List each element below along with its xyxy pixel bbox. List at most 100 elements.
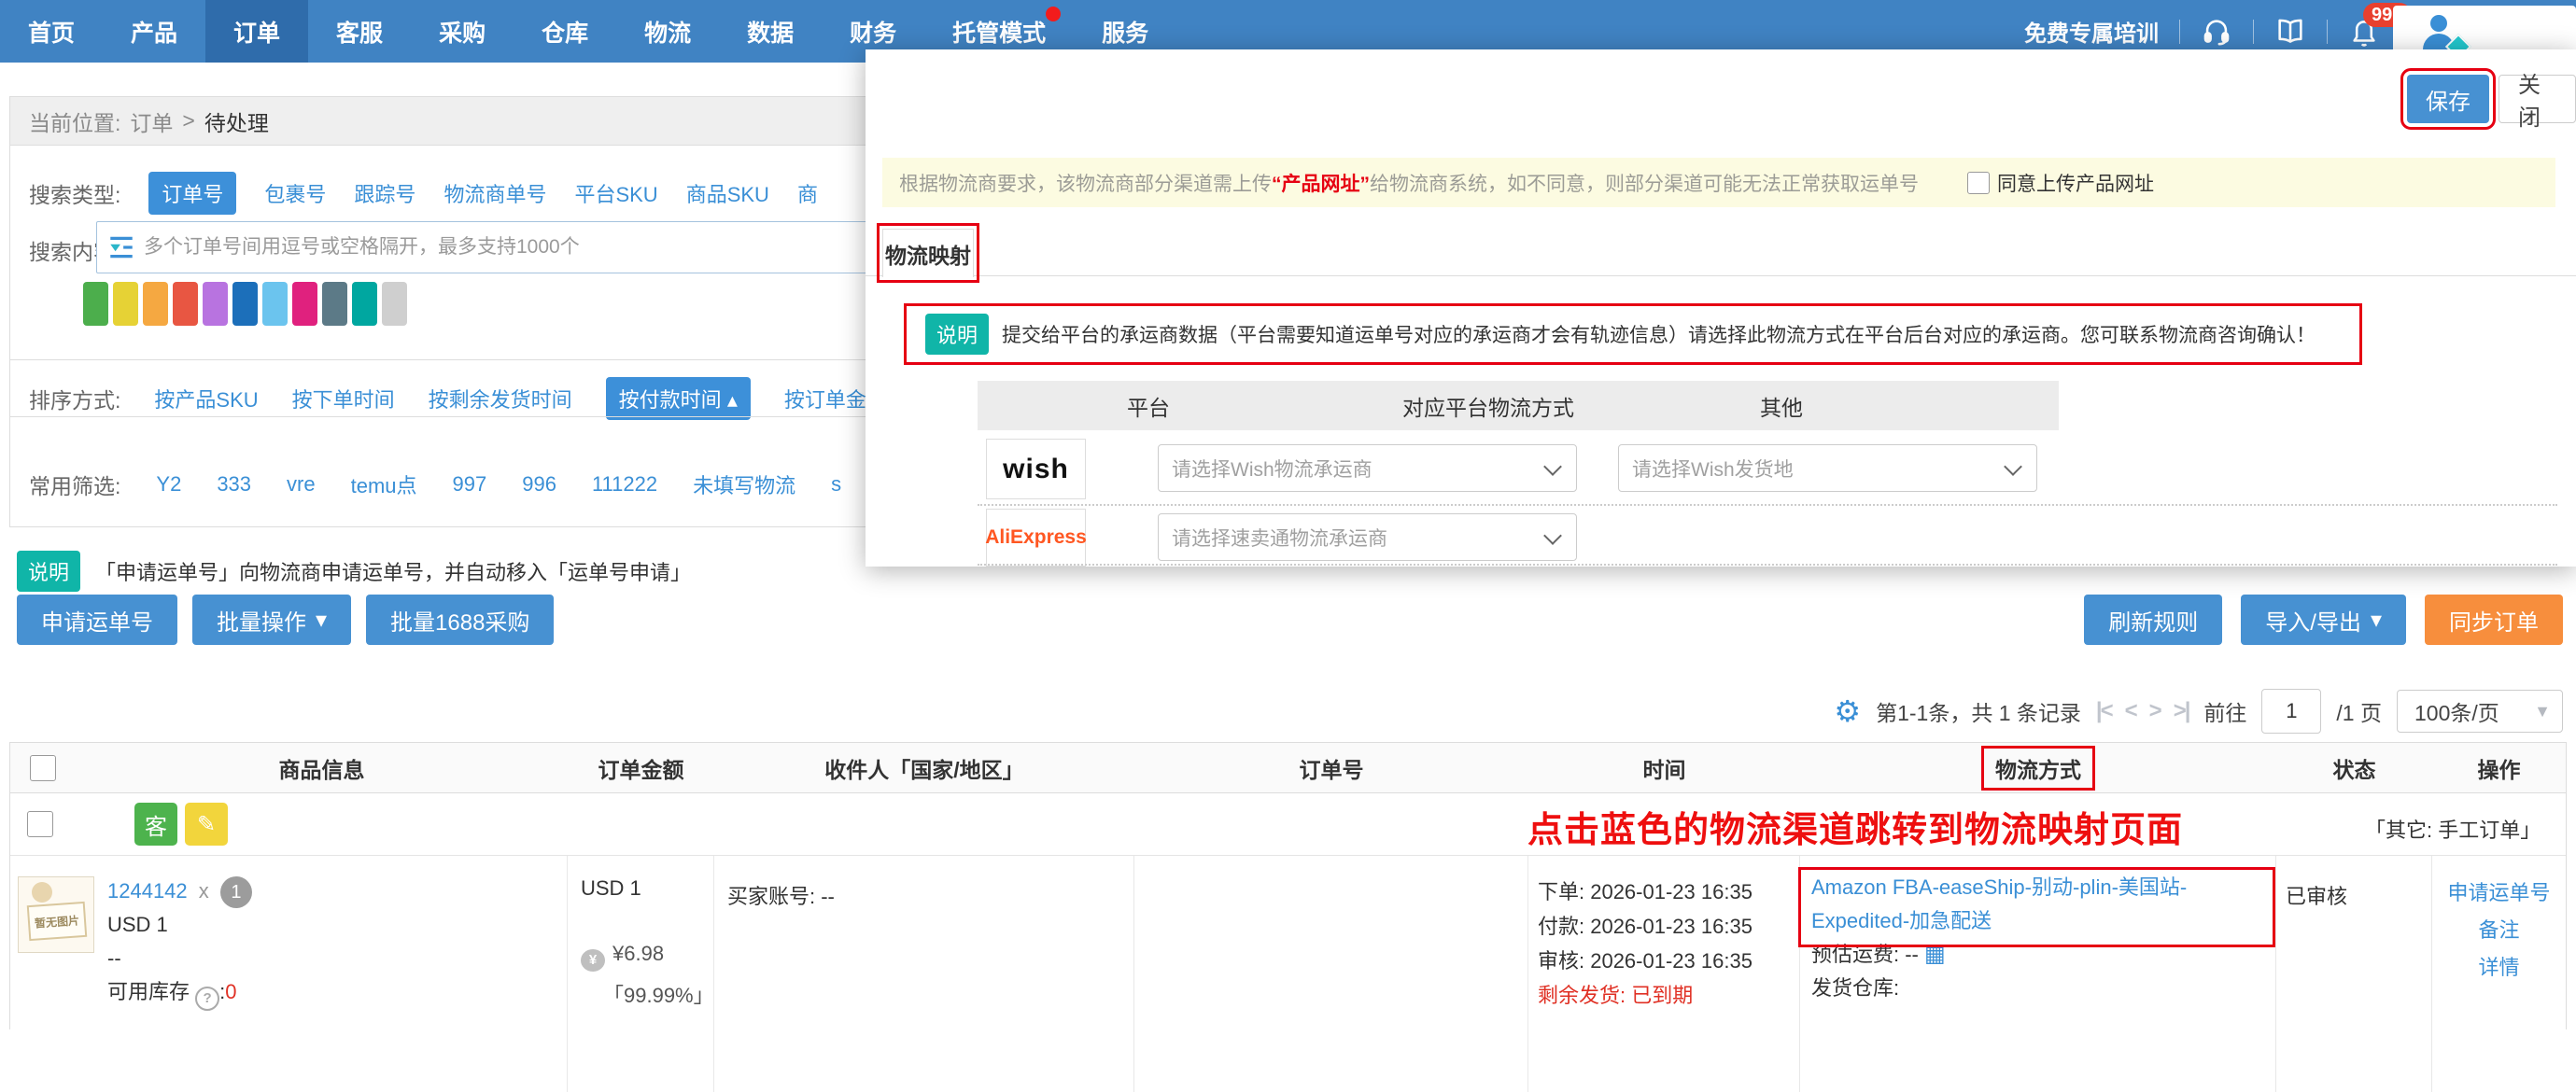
ship-warehouse-line: 发货仓库: bbox=[1811, 972, 2265, 1005]
product-sku-link[interactable]: 1244142 bbox=[107, 879, 188, 903]
buyer-account: 买家账号: -- bbox=[727, 880, 835, 910]
nav-item-home[interactable]: 首页 bbox=[0, 0, 103, 63]
order-time: 下单: 2026-01-23 16:35 bbox=[1538, 875, 1753, 909]
stock-help-icon[interactable]: ? bbox=[195, 987, 219, 1011]
color-swatch-teal[interactable] bbox=[352, 282, 377, 326]
notice-text-post: 给物流商系统，如不同意，则部分渠道可能无法正常获取运单号 bbox=[1370, 169, 1919, 197]
sort-by-remaining-ship-time[interactable]: 按剩余发货时间 bbox=[429, 384, 572, 413]
header-logistics-method: 物流方式 bbox=[1800, 743, 2276, 792]
refresh-rules-button[interactable]: 刷新规则 bbox=[2084, 595, 2222, 645]
agree-upload-option[interactable]: 同意上传产品网址 bbox=[1967, 169, 2154, 197]
edit-badge[interactable]: ✎ bbox=[185, 803, 228, 846]
op-remark-link[interactable]: 备注 bbox=[2432, 912, 2566, 949]
sort-by-product-sku[interactable]: 按产品SKU bbox=[154, 384, 258, 413]
filter-truncated[interactable]: s bbox=[831, 472, 841, 497]
filter-y2[interactable]: Y2 bbox=[156, 472, 181, 497]
breadcrumb-section[interactable]: 订单 bbox=[130, 105, 173, 137]
agree-checkbox[interactable] bbox=[1967, 172, 1990, 194]
audit-time: 审核: 2026-01-23 16:35 bbox=[1538, 944, 1753, 978]
search-type-tracking-no[interactable]: 跟踪号 bbox=[354, 178, 415, 208]
logistics-cell: Amazon FBA-easeShip-别动-plin-美国站-Expedite… bbox=[1800, 856, 2276, 1092]
search-type-truncated[interactable]: 商 bbox=[797, 178, 818, 208]
search-type-product-sku[interactable]: 商品SKU bbox=[686, 178, 769, 208]
search-type-carrier-no[interactable]: 物流商单号 bbox=[443, 178, 546, 208]
filter-997[interactable]: 997 bbox=[453, 472, 487, 497]
search-type-label: 搜索类型: bbox=[29, 177, 120, 209]
close-button[interactable]: 关闭 bbox=[2499, 75, 2576, 123]
sync-orders-button[interactable]: 同步订单 bbox=[2425, 595, 2563, 645]
row-divider bbox=[978, 564, 2557, 566]
product-thumbnail[interactable]: 暂无图片 bbox=[18, 876, 94, 953]
nav-item-purchase[interactable]: 采购 bbox=[411, 0, 514, 63]
color-swatch-red[interactable] bbox=[173, 282, 198, 326]
notification-dot bbox=[1046, 7, 1061, 21]
free-training-link[interactable]: 免费专属培训 bbox=[2024, 15, 2159, 48]
table-settings-gear-icon[interactable]: ⚙ bbox=[1834, 693, 1861, 729]
color-swatch-slate[interactable] bbox=[322, 282, 347, 326]
stock-label: 可用库存 bbox=[107, 980, 190, 1003]
tab-logistics-mapping[interactable]: 物流映射 bbox=[882, 229, 974, 277]
batch-operation-button[interactable]: 批量操作▾ bbox=[192, 595, 351, 645]
sort-by-order-time[interactable]: 按下单时间 bbox=[292, 384, 395, 413]
wish-origin-select[interactable]: 请选择Wish发货地 bbox=[1618, 444, 2037, 492]
status-cell: 已审核 bbox=[2276, 856, 2432, 1092]
import-export-button[interactable]: 导入/导出▾ bbox=[2241, 595, 2406, 645]
prev-page-button[interactable]: < bbox=[2125, 698, 2136, 724]
sort-label: 排序方式: bbox=[29, 383, 120, 414]
filter-111222[interactable]: 111222 bbox=[592, 472, 657, 497]
color-swatch-orange[interactable] bbox=[143, 282, 168, 326]
op-apply-waybill-link[interactable]: 申请运单号 bbox=[2432, 875, 2566, 912]
color-swatch-gray[interactable] bbox=[382, 282, 407, 326]
page-number-input[interactable] bbox=[2261, 689, 2321, 734]
operations-cell: 申请运单号 备注 详情 bbox=[2432, 856, 2566, 1092]
select-all-checkbox[interactable] bbox=[30, 755, 56, 781]
logistics-mapping-modal: 保存 关闭 根据物流商要求，该物流商部分渠道需上传“产品网址”给物流商系统，如不… bbox=[866, 49, 2576, 567]
row-checkbox[interactable] bbox=[27, 811, 53, 837]
filter-no-logistics[interactable]: 未填写物流 bbox=[693, 469, 795, 499]
search-type-order-no[interactable]: 订单号 bbox=[148, 172, 236, 215]
last-page-button[interactable]: >| bbox=[2174, 698, 2189, 724]
save-button[interactable]: 保存 bbox=[2407, 75, 2489, 123]
color-swatch-yellow[interactable] bbox=[113, 282, 138, 326]
wish-carrier-placeholder: 请选择Wish物流承运商 bbox=[1172, 455, 1372, 483]
filter-996[interactable]: 996 bbox=[522, 472, 556, 497]
customer-service-badge[interactable]: 客 bbox=[134, 803, 177, 846]
sort-by-order-amount-truncated[interactable]: 按订单金 bbox=[784, 384, 866, 413]
color-swatch-magenta[interactable] bbox=[292, 282, 317, 326]
page-size-select[interactable]: 100条/页 ▼ bbox=[2397, 690, 2563, 733]
batch-operation-label: 批量操作 bbox=[217, 604, 306, 637]
search-type-package-no[interactable]: 包裹号 bbox=[264, 178, 326, 208]
aliexpress-logo-text: AliExpress bbox=[985, 526, 1087, 549]
color-swatch-green[interactable] bbox=[83, 282, 108, 326]
color-swatch-blue[interactable] bbox=[232, 282, 258, 326]
headset-icon[interactable] bbox=[2201, 16, 2232, 48]
manual-book-icon[interactable] bbox=[2274, 16, 2306, 48]
color-swatch-purple[interactable] bbox=[203, 282, 228, 326]
sort-by-pay-time[interactable]: 按付款时间 ▴ bbox=[606, 377, 751, 420]
color-swatch-lightblue[interactable] bbox=[262, 282, 288, 326]
nav-item-order[interactable]: 订单 bbox=[205, 0, 308, 63]
nav-item-customer-service[interactable]: 客服 bbox=[308, 0, 411, 63]
nav-item-label: 托管模式 bbox=[952, 15, 1046, 49]
filter-temu[interactable]: temu点 bbox=[351, 469, 417, 499]
aliexpress-carrier-select[interactable]: 请选择速卖通物流承运商 bbox=[1158, 513, 1577, 561]
freight-calculator-icon[interactable]: ▦ bbox=[1924, 942, 1946, 967]
search-type-platform-sku[interactable]: 平台SKU bbox=[574, 178, 657, 208]
logistics-channel-link[interactable]: Amazon FBA-easeShip-别动-plin-美国站-Expedite… bbox=[1811, 871, 2265, 938]
nav-item-warehouse[interactable]: 仓库 bbox=[514, 0, 616, 63]
multiply-sign: x bbox=[199, 879, 209, 903]
op-detail-link[interactable]: 详情 bbox=[2432, 949, 2566, 987]
first-page-button[interactable]: |< bbox=[2096, 698, 2112, 724]
divider bbox=[2327, 20, 2328, 44]
filter-333[interactable]: 333 bbox=[217, 472, 251, 497]
header-checkbox-cell bbox=[10, 743, 76, 792]
nav-item-data[interactable]: 数据 bbox=[719, 0, 822, 63]
apply-waybill-button[interactable]: 申请运单号 bbox=[17, 595, 177, 645]
notifications[interactable]: 99+ bbox=[2348, 16, 2380, 48]
filter-vre[interactable]: vre bbox=[287, 472, 316, 497]
wish-carrier-select[interactable]: 请选择Wish物流承运商 bbox=[1158, 444, 1577, 492]
batch-1688-purchase-button[interactable]: 批量1688采购 bbox=[366, 595, 554, 645]
nav-item-logistics[interactable]: 物流 bbox=[616, 0, 719, 63]
next-page-button[interactable]: > bbox=[2149, 698, 2161, 724]
nav-item-product[interactable]: 产品 bbox=[103, 0, 205, 63]
